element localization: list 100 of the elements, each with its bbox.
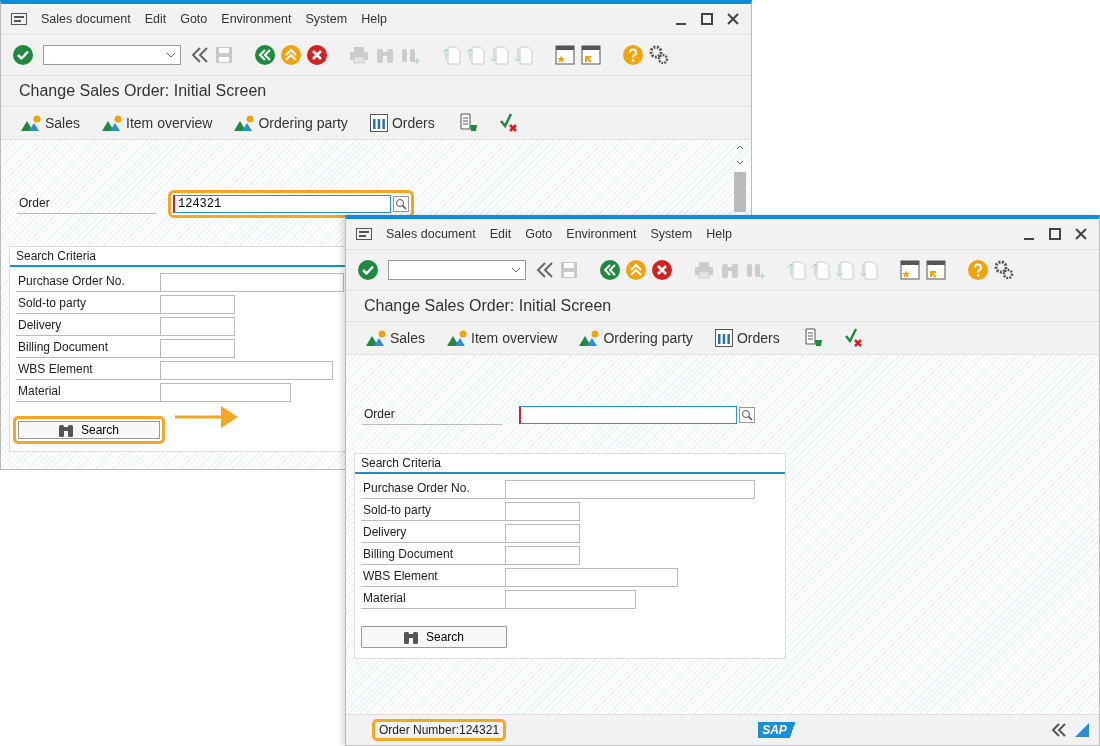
command-field[interactable] bbox=[388, 260, 526, 280]
input-field[interactable] bbox=[160, 382, 291, 402]
screen-title: Change Sales Order: Initial Screen bbox=[1, 75, 751, 106]
chart-button[interactable]: Sales bbox=[362, 330, 430, 346]
printer-icon[interactable] bbox=[349, 46, 369, 64]
save-icon[interactable] bbox=[560, 261, 578, 279]
menu-item[interactable]: System bbox=[650, 227, 693, 241]
input-field[interactable] bbox=[160, 316, 235, 336]
input-field[interactable] bbox=[160, 294, 235, 314]
maximize-icon[interactable] bbox=[701, 13, 713, 25]
menu-item[interactable]: Environment bbox=[566, 227, 637, 241]
back-icon[interactable] bbox=[255, 45, 275, 65]
page-arrow-icon[interactable] bbox=[836, 260, 854, 280]
menu-item[interactable]: Sales document bbox=[386, 227, 476, 241]
check-cross-icon[interactable] bbox=[843, 328, 864, 348]
menu-item[interactable]: Edit bbox=[489, 227, 512, 241]
page-arrow-icon[interactable] bbox=[812, 260, 830, 280]
chart-button[interactable]: Ordering party bbox=[575, 330, 697, 346]
document-icon[interactable] bbox=[803, 328, 824, 348]
table-button[interactable]: Orders bbox=[710, 329, 784, 347]
chart-icon bbox=[366, 330, 386, 346]
menu-item[interactable]: Goto bbox=[180, 12, 208, 26]
input-field[interactable] bbox=[160, 360, 333, 380]
menu-item[interactable]: Edit bbox=[144, 12, 167, 26]
menu-item[interactable]: Goto bbox=[525, 227, 553, 241]
settings-icon[interactable] bbox=[649, 45, 669, 65]
chart-icon bbox=[102, 115, 123, 131]
chart-button[interactable]: Sales bbox=[17, 115, 85, 131]
page-arrow-icon[interactable] bbox=[860, 260, 878, 280]
save-icon[interactable] bbox=[215, 46, 233, 64]
double-chevron-icon[interactable] bbox=[536, 262, 554, 278]
new-session-icon[interactable] bbox=[900, 260, 920, 280]
caret-icon bbox=[511, 267, 521, 273]
cancel-icon[interactable] bbox=[652, 260, 672, 280]
new-session-icon[interactable] bbox=[555, 45, 575, 65]
chart-icon bbox=[234, 115, 255, 131]
page-arrow-icon[interactable] bbox=[491, 45, 509, 65]
page-arrow-icon[interactable] bbox=[443, 45, 461, 65]
order-label: Order bbox=[17, 194, 157, 214]
chart-button[interactable]: Item overview bbox=[98, 115, 217, 131]
help-icon[interactable] bbox=[623, 45, 643, 65]
page-arrow-icon[interactable] bbox=[515, 45, 533, 65]
input-field[interactable] bbox=[505, 479, 755, 499]
chart-icon bbox=[21, 115, 41, 131]
input-field[interactable] bbox=[160, 338, 235, 358]
page-arrow-icon[interactable] bbox=[467, 45, 485, 65]
resize-grip-icon[interactable] bbox=[1075, 723, 1089, 737]
exit-icon[interactable] bbox=[626, 260, 646, 280]
input-field[interactable] bbox=[505, 545, 580, 565]
input-field[interactable] bbox=[505, 589, 636, 609]
input-field[interactable] bbox=[505, 523, 580, 543]
input-field[interactable] bbox=[160, 272, 344, 292]
search-help-icon[interactable] bbox=[393, 196, 409, 212]
menu-icon[interactable] bbox=[11, 13, 27, 25]
input-field[interactable] bbox=[505, 567, 678, 587]
cancel-icon[interactable] bbox=[307, 45, 327, 65]
shortcut-icon[interactable] bbox=[926, 260, 946, 280]
order-field[interactable] bbox=[518, 405, 756, 425]
maximize-icon[interactable] bbox=[1049, 228, 1061, 240]
binoculars-plus-icon[interactable] bbox=[401, 46, 421, 64]
caret-icon bbox=[166, 52, 176, 58]
document-icon[interactable] bbox=[458, 113, 479, 133]
menu-item[interactable]: Environment bbox=[221, 12, 292, 26]
chart-icon bbox=[579, 330, 600, 346]
table-button[interactable]: Orders bbox=[365, 114, 439, 132]
command-field[interactable] bbox=[43, 45, 181, 65]
chart-button[interactable]: Ordering party bbox=[230, 115, 352, 131]
binoculars-icon[interactable] bbox=[720, 261, 740, 279]
binoculars-icon[interactable] bbox=[375, 46, 395, 64]
close-icon[interactable] bbox=[727, 13, 739, 25]
status-message: Order Number:124321 bbox=[372, 719, 507, 741]
check-icon[interactable] bbox=[13, 45, 33, 65]
menu-item[interactable]: System bbox=[305, 12, 348, 26]
check-cross-icon[interactable] bbox=[498, 113, 519, 133]
binoculars-icon bbox=[404, 630, 418, 644]
menu-item[interactable]: Help bbox=[361, 12, 387, 26]
binoculars-plus-icon[interactable] bbox=[746, 261, 766, 279]
search-button[interactable]: Search bbox=[13, 416, 165, 444]
binoculars-icon bbox=[59, 423, 73, 437]
search-help-icon[interactable] bbox=[739, 407, 755, 423]
close-icon[interactable] bbox=[1075, 228, 1087, 240]
check-icon[interactable] bbox=[358, 260, 378, 280]
exit-icon[interactable] bbox=[281, 45, 301, 65]
menu-item[interactable]: Help bbox=[706, 227, 732, 241]
menu-item[interactable]: Sales document bbox=[41, 12, 131, 26]
back-icon[interactable] bbox=[600, 260, 620, 280]
input-field[interactable] bbox=[505, 501, 580, 521]
order-field[interactable]: 124321 bbox=[168, 190, 414, 218]
table-icon bbox=[369, 114, 388, 132]
printer-icon[interactable] bbox=[694, 261, 714, 279]
chart-icon bbox=[447, 330, 468, 346]
settings-icon[interactable] bbox=[994, 260, 1014, 280]
page-arrow-icon[interactable] bbox=[788, 260, 806, 280]
double-chevron-icon[interactable] bbox=[1051, 723, 1067, 737]
help-icon[interactable] bbox=[968, 260, 988, 280]
chart-button[interactable]: Item overview bbox=[443, 330, 562, 346]
search-button[interactable]: Search bbox=[361, 626, 507, 648]
double-chevron-icon[interactable] bbox=[191, 47, 209, 63]
menu-icon[interactable] bbox=[356, 228, 372, 240]
shortcut-icon[interactable] bbox=[581, 45, 601, 65]
